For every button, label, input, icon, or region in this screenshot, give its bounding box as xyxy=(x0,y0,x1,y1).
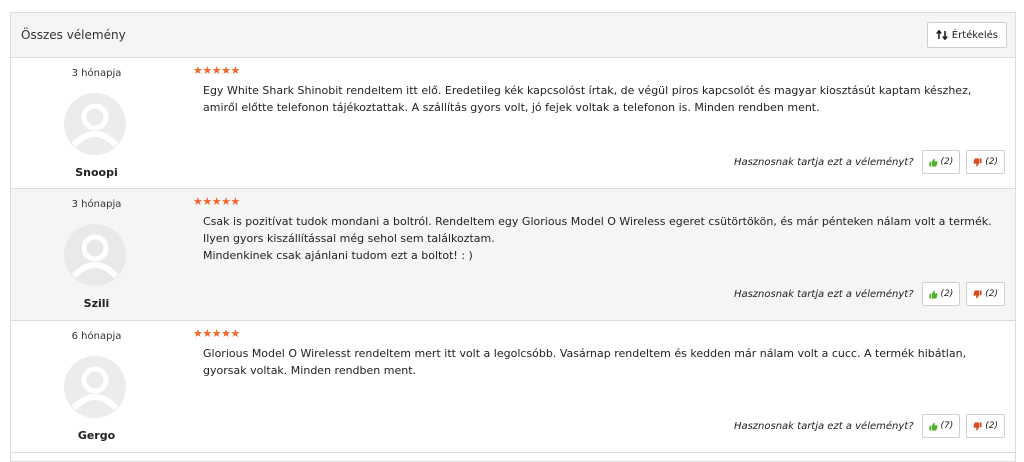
reviewer-name: Gergo xyxy=(77,429,116,442)
review-text-line: Csak is pozitívat tudok mondani a boltró… xyxy=(203,215,992,245)
reviewer-name: Snoopi xyxy=(75,166,118,179)
reviews-title: Összes vélemény xyxy=(21,28,126,42)
user-icon xyxy=(71,234,119,279)
avatar xyxy=(64,356,126,418)
review-content: ★★★★★ Csak is pozitívat tudok mondani a … xyxy=(193,189,1005,320)
thumbs-up-button[interactable]: (2) xyxy=(921,150,961,174)
review-text-line: Egy White Shark Shinobit rendeltem itt e… xyxy=(203,84,972,114)
star-rating: ★★★★★ xyxy=(193,327,240,340)
sort-arrows-icon xyxy=(935,30,948,40)
review-item: 3 hónapja Snoopi ★★★★★ Egy White Shark S… xyxy=(11,58,1015,189)
avatar xyxy=(64,224,126,286)
reviews-header: Összes vélemény Értékelés xyxy=(11,13,1015,58)
review-date: 3 hónapja xyxy=(71,199,122,210)
thumbs-up-button[interactable]: (2) xyxy=(921,282,961,306)
helpful-vote-bar: Hasznosnak tartja ezt a véleményt? (2) (… xyxy=(734,282,1005,306)
review-item: 3 hónapja Szili ★★★★★ Csak is pozitívat … xyxy=(11,189,1015,321)
helpful-question: Hasznosnak tartja ezt a véleményt? xyxy=(733,420,914,432)
likes-count: (2) xyxy=(940,289,954,299)
user-icon xyxy=(71,103,119,148)
likes-count: (2) xyxy=(940,157,954,167)
review-author: 6 hónapja Gergo xyxy=(11,321,182,452)
thumbs-down-button[interactable]: (2) xyxy=(966,282,1005,306)
review-item: 6 hónapja Gergo ★★★★★ Glorious Model O W… xyxy=(11,321,1015,453)
review-content: ★★★★★ Egy White Shark Shinobit rendeltem… xyxy=(193,58,1005,188)
likes-count: (7) xyxy=(940,421,954,431)
review-date: 6 hónapja xyxy=(71,331,122,342)
review-text: Glorious Model O Wirelesst rendeltem mer… xyxy=(203,345,995,379)
review-text-line: Glorious Model O Wirelesst rendeltem mer… xyxy=(203,347,967,377)
review-content: ★★★★★ Glorious Model O Wirelesst rendelt… xyxy=(193,321,1005,452)
thumbs-up-icon xyxy=(928,290,938,299)
review-text-line: Mindenkinek csak ajánlani tudom ezt a bo… xyxy=(203,249,473,262)
review-text: Csak is pozitívat tudok mondani a boltró… xyxy=(203,213,995,264)
helpful-question: Hasznosnak tartja ezt a véleményt? xyxy=(733,288,914,300)
thumbs-up-icon xyxy=(928,422,938,431)
sort-button-label: Értékelés xyxy=(951,29,998,41)
thumbs-down-button[interactable]: (2) xyxy=(966,150,1005,174)
dislikes-count: (2) xyxy=(985,157,998,167)
sort-by-rating-button[interactable]: Értékelés xyxy=(926,22,1007,48)
thumbs-down-icon xyxy=(973,421,982,430)
helpful-vote-bar: Hasznosnak tartja ezt a véleményt? (2) (… xyxy=(734,150,1005,174)
review-date: 3 hónapja xyxy=(71,68,122,79)
thumbs-down-icon xyxy=(973,157,982,166)
star-rating: ★★★★★ xyxy=(193,195,240,208)
review-text: Egy White Shark Shinobit rendeltem itt e… xyxy=(203,82,995,116)
thumbs-up-icon xyxy=(928,158,938,167)
review-author: 3 hónapja Snoopi xyxy=(11,58,182,188)
thumbs-down-button[interactable]: (2) xyxy=(966,414,1005,438)
user-icon xyxy=(71,366,119,411)
thumbs-down-icon xyxy=(973,289,982,298)
reviews-panel: Összes vélemény Értékelés 3 hónapja Snoo… xyxy=(10,12,1016,462)
helpful-vote-bar: Hasznosnak tartja ezt a véleményt? (7) (… xyxy=(734,414,1005,438)
dislikes-count: (2) xyxy=(985,421,998,431)
reviewer-name: Szili xyxy=(83,297,110,310)
avatar xyxy=(64,93,126,155)
star-rating: ★★★★★ xyxy=(193,64,240,77)
thumbs-up-button[interactable]: (7) xyxy=(921,414,961,438)
dislikes-count: (2) xyxy=(985,289,998,299)
review-author: 3 hónapja Szili xyxy=(11,189,182,320)
helpful-question: Hasznosnak tartja ezt a véleményt? xyxy=(733,156,914,168)
